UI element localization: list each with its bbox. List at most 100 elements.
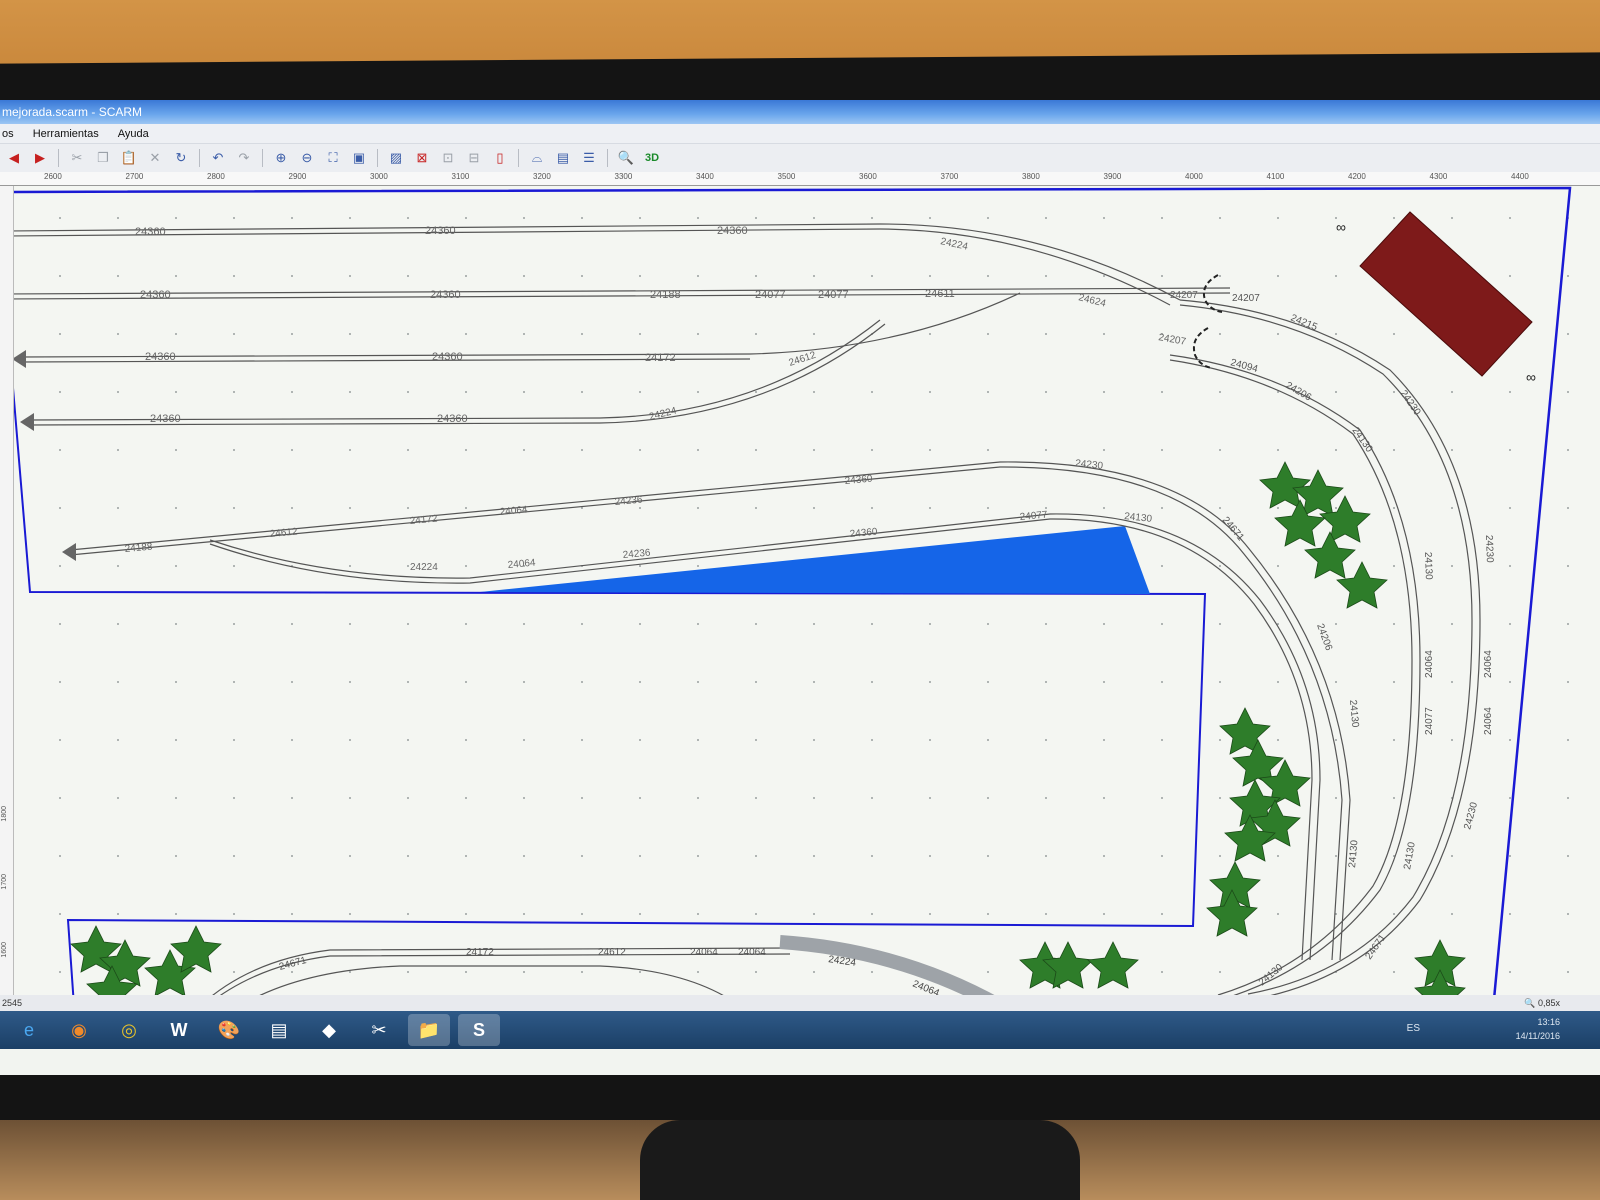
- monitor-stand: [640, 1120, 1080, 1200]
- ruler-tick-label: 4300: [1429, 172, 1448, 181]
- rotate-icon[interactable]: ↻: [171, 148, 191, 168]
- sticky-icon[interactable]: ◆: [308, 1014, 350, 1046]
- cut-icon[interactable]: ✂: [67, 148, 87, 168]
- tool-c-icon[interactable]: ▯: [490, 148, 510, 168]
- track-label: 24172: [645, 352, 676, 364]
- notepad-icon[interactable]: ▤: [258, 1014, 300, 1046]
- status-coord: 2545: [2, 998, 23, 1008]
- ie-icon[interactable]: e: [8, 1014, 50, 1046]
- scarm-taskbar-icon[interactable]: S: [458, 1014, 500, 1046]
- undo-icon[interactable]: ↶: [208, 148, 228, 168]
- zoom-value: 0,85x: [1537, 998, 1560, 1008]
- paste-icon[interactable]: 📋: [119, 148, 139, 168]
- tool-b-icon[interactable]: ⊟: [464, 148, 484, 168]
- track-label: 24077: [755, 289, 786, 301]
- horizontal-ruler: 2600 2700 2800 2900 3000 3100 3200 3300 3400 3500…: [0, 172, 1600, 186]
- tool-a-icon[interactable]: ⊡: [438, 148, 458, 168]
- next-icon[interactable]: ▶: [30, 148, 50, 168]
- track-label: 24360: [717, 225, 748, 237]
- track-label: 24360: [430, 289, 461, 301]
- paint-icon[interactable]: 🎨: [208, 1014, 250, 1046]
- toolbar-separator: [58, 149, 59, 167]
- track-label: 24360: [135, 226, 166, 238]
- screen: mejorada.scarm - SCARM os Herramientas A…: [0, 100, 1600, 1075]
- menu-item-ayuda[interactable]: Ayuda: [118, 128, 149, 140]
- firefox-icon[interactable]: ◉: [58, 1014, 100, 1046]
- toolbar-separator: [377, 149, 378, 167]
- toolbar: ◀ ▶ ✂ ❐ 📋 ✕ ↻ ↶ ↷ ⊕ ⊖ ⛶ ▣ ▨ ⊠ ⊡ ⊟ ▯ ⌓ ▤ …: [0, 144, 1600, 172]
- clock[interactable]: 13:16 14/11/2016: [1516, 1015, 1560, 1043]
- track-label: 24130: [1422, 552, 1434, 581]
- clock-date: 14/11/2016: [1515, 1031, 1560, 1041]
- track-label: 24224: [410, 562, 438, 573]
- track-label: 24064: [1424, 650, 1435, 678]
- explorer-icon[interactable]: 📁: [408, 1014, 450, 1046]
- ruler-tick-label: 3900: [1103, 172, 1122, 181]
- track-label: 24230: [1483, 535, 1495, 564]
- menu-item-archivos[interactable]: os: [2, 128, 14, 140]
- track-label: 24077: [818, 289, 849, 301]
- ruler-tick-label: 3700: [940, 172, 959, 181]
- layers-icon[interactable]: ☰: [579, 148, 599, 168]
- ruler-tick-label: 2900: [288, 172, 307, 181]
- track-label: 24207: [1170, 290, 1198, 301]
- search-icon[interactable]: 🔍: [616, 148, 636, 168]
- menu-bar: os Herramientas Ayuda: [0, 124, 1600, 144]
- track-label: 24064: [738, 947, 766, 958]
- prev-icon[interactable]: ◀: [4, 148, 24, 168]
- redo-icon[interactable]: ↷: [234, 148, 254, 168]
- word-icon[interactable]: W: [158, 1014, 200, 1046]
- toolbar-separator: [518, 149, 519, 167]
- track-label: 24064: [1483, 707, 1494, 735]
- vruler-tick-label: 1700: [1, 874, 8, 890]
- track-label: 24360: [425, 225, 456, 237]
- ruler-tick-label: 4000: [1185, 172, 1203, 181]
- bridge-icon[interactable]: ⌓: [527, 148, 547, 168]
- track-label: 24360: [432, 351, 463, 363]
- track-label: 24360: [140, 289, 171, 301]
- menu-item-herramientas[interactable]: Herramientas: [33, 128, 99, 140]
- toolbar-separator: [199, 149, 200, 167]
- toolbar-separator: [262, 149, 263, 167]
- track-label: 24064: [690, 947, 718, 958]
- track-label: 24360: [145, 351, 176, 363]
- taskbar: e ◉ ◎ W 🎨 ▤ ◆ ✂ 📁 S ES 13:16 14/11/2016: [0, 1011, 1600, 1049]
- language-indicator[interactable]: ES: [1407, 1023, 1420, 1034]
- zoom-fit-icon[interactable]: ⛶: [323, 148, 343, 168]
- track-label: 24207: [1232, 293, 1260, 304]
- track-label: 24188: [650, 289, 681, 301]
- ruler-tick-label: 3000: [370, 172, 388, 181]
- track-label: 24611: [925, 288, 955, 300]
- rolling-stock-icon[interactable]: ▤: [553, 148, 573, 168]
- zoom-in-icon[interactable]: ⊕: [271, 148, 291, 168]
- chrome-icon[interactable]: ◎: [108, 1014, 150, 1046]
- vruler-tick-label: 1800: [1, 806, 8, 822]
- zoom-out-icon[interactable]: ⊖: [297, 148, 317, 168]
- copy-icon[interactable]: ❐: [93, 148, 113, 168]
- window-title: mejorada.scarm - SCARM: [0, 100, 1600, 124]
- ruler-tick-label: 2800: [207, 172, 225, 181]
- link-icon[interactable]: ∞: [1526, 369, 1536, 385]
- ruler-tick-label: 3500: [777, 172, 796, 181]
- zoom-actual-icon[interactable]: ▣: [349, 148, 369, 168]
- track-label: 24360: [150, 413, 181, 425]
- track-tool-icon[interactable]: ⊠: [412, 148, 432, 168]
- vertical-ruler: 1800 1700 1600: [0, 186, 14, 1006]
- ruler-tick-label: 3200: [533, 172, 551, 181]
- ruler-tick-label: 2700: [125, 172, 144, 181]
- snipping-icon[interactable]: ✂: [358, 1014, 400, 1046]
- ruler-tick-label: 4400: [1511, 172, 1529, 181]
- view-3d-button[interactable]: 3D: [642, 148, 662, 168]
- link-icon[interactable]: ∞: [1336, 219, 1346, 235]
- status-bar: 2545 🔍 0,85x: [0, 995, 1600, 1011]
- ruler-tick-label: 3800: [1022, 172, 1040, 181]
- vruler-tick-label: 1600: [1, 942, 8, 958]
- ruler-tick-label: 3400: [696, 172, 714, 181]
- ruler-tick-label: 3100: [451, 172, 470, 181]
- ruler-tick-label: 3600: [859, 172, 877, 181]
- ruler-tick-label: 2600: [44, 172, 62, 181]
- track-label: 24064: [1483, 650, 1494, 678]
- delete-icon[interactable]: ✕: [145, 148, 165, 168]
- layout-canvas[interactable]: 24360 24360 24360 24224 24360 24360 2418…: [14, 186, 1600, 1006]
- image-icon[interactable]: ▨: [386, 148, 406, 168]
